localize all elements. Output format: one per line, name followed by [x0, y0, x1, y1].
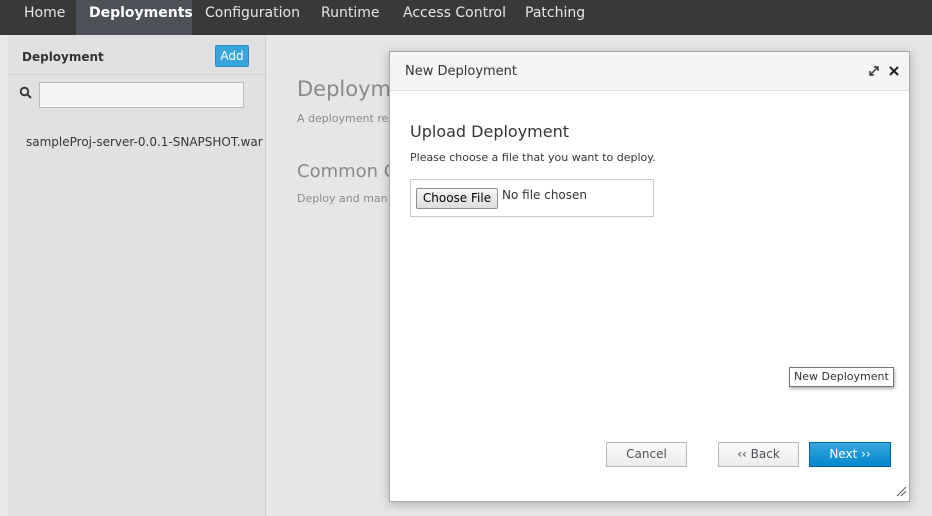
main-subtitle: Common C: [297, 161, 397, 182]
upload-heading: Upload Deployment: [410, 122, 570, 141]
nav-runtime[interactable]: Runtime: [308, 0, 392, 35]
next-button[interactable]: Next ››: [809, 442, 891, 467]
file-status-text: No file chosen: [502, 188, 588, 202]
tooltip: New Deployment: [789, 367, 894, 387]
sidebar-title: Deployment: [22, 50, 104, 64]
nav-configuration[interactable]: Configuration: [192, 0, 313, 35]
maximize-icon[interactable]: [868, 65, 880, 77]
add-button[interactable]: Add: [215, 45, 249, 67]
file-upload-field: Choose File No file chosen: [410, 179, 654, 217]
choose-file-button[interactable]: Choose File: [416, 188, 498, 209]
sidebar-header: Deployment Add: [8, 35, 265, 75]
dialog-header: New Deployment: [390, 52, 909, 91]
nav-deployments[interactable]: Deployments: [76, 0, 193, 35]
cancel-button[interactable]: Cancel: [606, 442, 687, 467]
search-input[interactable]: [39, 82, 244, 108]
main-title: Deploym: [297, 77, 391, 101]
sidebar: Deployment Add sampleProj-server-0.0.1-S…: [8, 35, 266, 516]
upload-instruction: Please choose a file that you want to de…: [410, 151, 656, 164]
main-subdescription: Deploy and man: [297, 192, 388, 205]
top-navigation-bar: Home Deployments Configuration Runtime A…: [0, 0, 932, 35]
nav-access-control[interactable]: Access Control: [390, 0, 519, 35]
search-icon: [19, 86, 32, 99]
nav-home[interactable]: Home: [11, 0, 78, 35]
nav-patching[interactable]: Patching: [512, 0, 598, 35]
resize-grip-icon[interactable]: [895, 485, 907, 497]
new-deployment-dialog: New Deployment Upload Deployment Please …: [389, 51, 910, 502]
dialog-title: New Deployment: [405, 64, 518, 79]
back-button[interactable]: ‹‹ Back: [718, 442, 799, 467]
close-icon[interactable]: [888, 65, 900, 77]
deployment-list-item[interactable]: sampleProj-server-0.0.1-SNAPSHOT.war: [26, 135, 263, 149]
